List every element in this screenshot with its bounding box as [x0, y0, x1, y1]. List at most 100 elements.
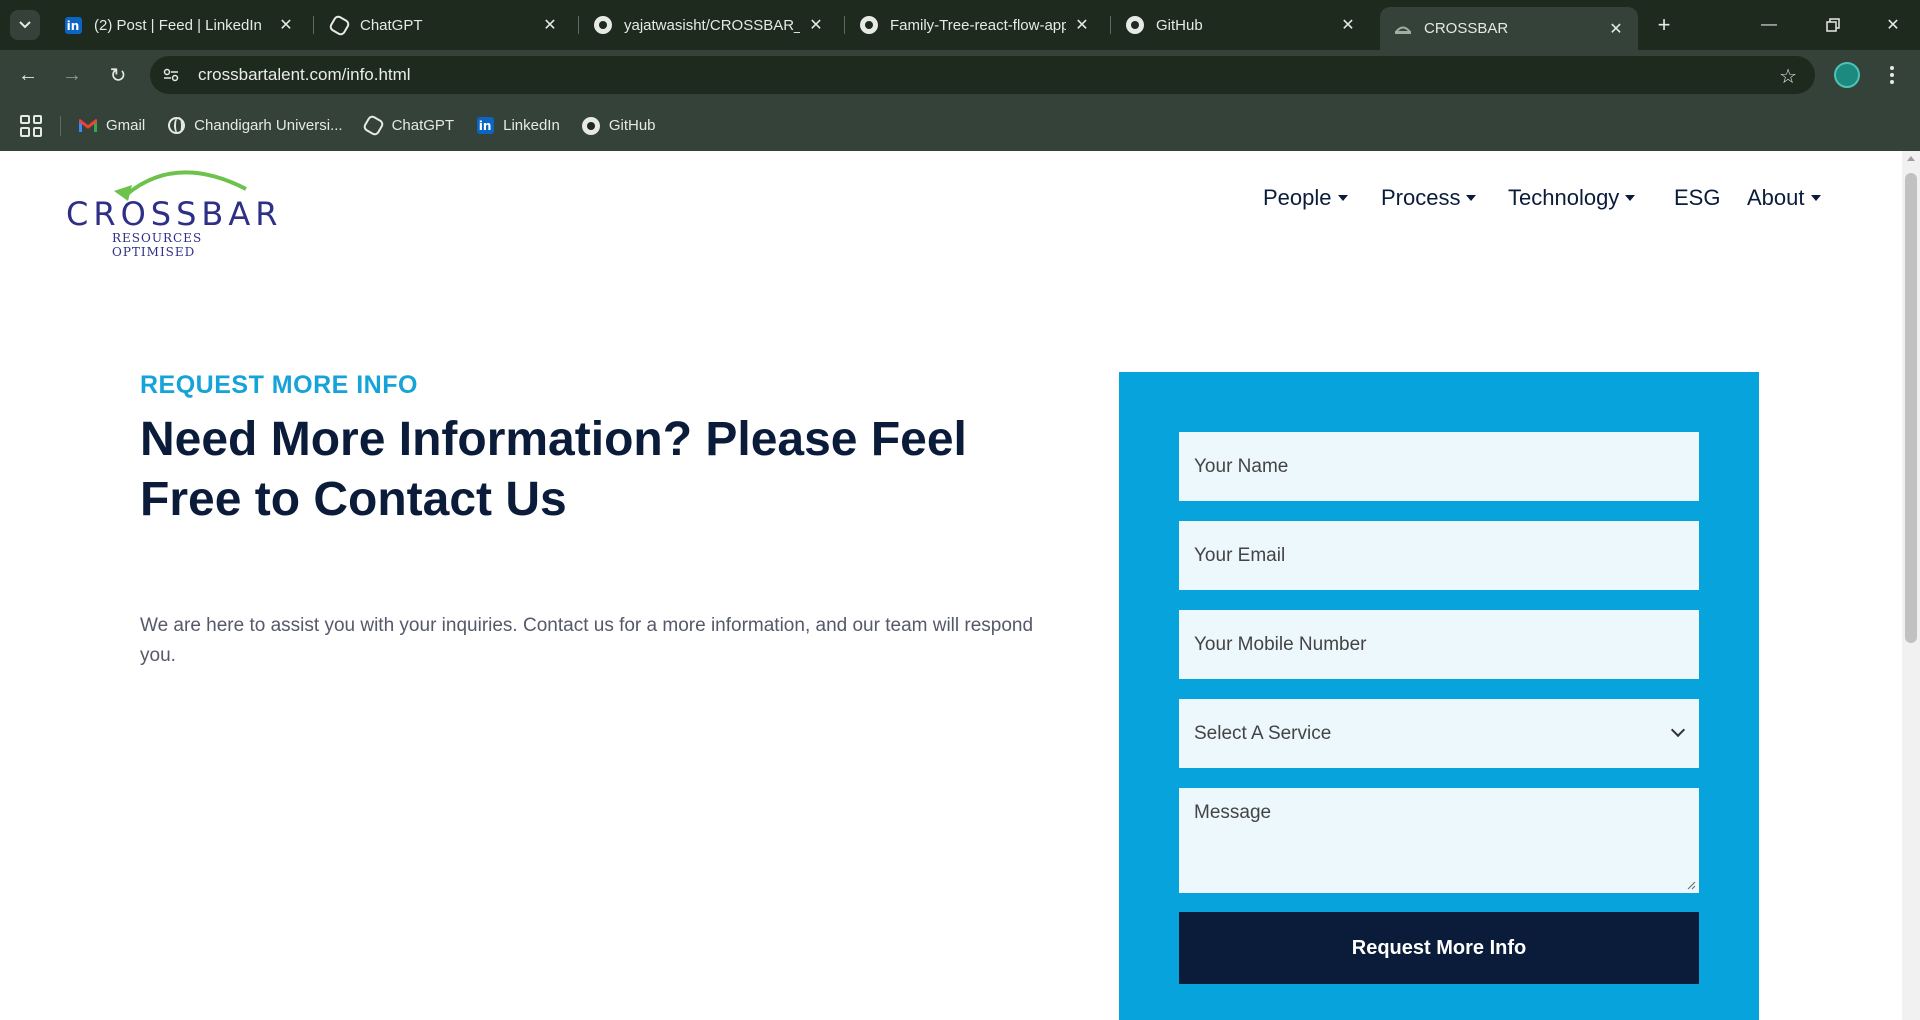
- bookmark-label: Gmail: [106, 117, 146, 134]
- intro-text: We are here to assist you with your inqu…: [140, 615, 1034, 666]
- chatgpt-icon: [361, 113, 386, 138]
- request-more-info-button[interactable]: Request More Info: [1179, 912, 1699, 984]
- nav-technology[interactable]: Technology: [1508, 185, 1636, 211]
- tab-title: (2) Post | Feed | LinkedIn: [94, 16, 262, 34]
- resize-handle-icon[interactable]: [1686, 880, 1696, 890]
- service-selected-value: Select A Service: [1194, 722, 1332, 744]
- logo-name: CROSSBAR: [66, 195, 283, 233]
- service-select[interactable]: Select A Service: [1179, 699, 1699, 768]
- profile-avatar[interactable]: [1834, 62, 1860, 88]
- name-field[interactable]: Your Name: [1179, 432, 1699, 501]
- email-field[interactable]: Your Email: [1179, 521, 1699, 590]
- tab-github[interactable]: GitHub ✕: [1112, 7, 1370, 43]
- menu-icon[interactable]: [1882, 62, 1902, 88]
- bookmark-linkedin[interactable]: in LinkedIn: [476, 117, 560, 135]
- bookmark-label: Chandigarh Universi...: [194, 117, 343, 134]
- apps-grid-icon[interactable]: [20, 114, 42, 137]
- site-info-icon[interactable]: [158, 62, 184, 88]
- globe-icon: [167, 117, 185, 135]
- tab-search-button[interactable]: [10, 10, 40, 40]
- tab-title: GitHub: [1156, 16, 1203, 34]
- tab-separator: [1110, 16, 1111, 34]
- github-icon: [1126, 16, 1144, 34]
- nav-people[interactable]: People: [1263, 185, 1348, 211]
- page-title: Need More Information? Please Feel Free …: [140, 413, 967, 526]
- tab-chatgpt[interactable]: ChatGPT ✕: [316, 7, 572, 43]
- message-placeholder: Message: [1194, 802, 1272, 823]
- tab-separator: [313, 16, 314, 34]
- gmail-icon: [79, 117, 97, 135]
- close-window-icon[interactable]: ✕: [1878, 10, 1908, 40]
- tab-separator: [844, 16, 845, 34]
- browser-chrome: in (2) Post | Feed | LinkedIn ✕ ChatGPT …: [0, 0, 1920, 151]
- reload-icon[interactable]: ↻: [104, 61, 132, 89]
- nav-esg[interactable]: ESG: [1674, 185, 1720, 211]
- back-icon[interactable]: ←: [14, 61, 42, 89]
- bookmark-gmail[interactable]: Gmail: [79, 117, 145, 135]
- mobile-placeholder: Your Mobile Number: [1194, 633, 1367, 655]
- browser-toolbar: ← → ↻ crossbartalent.com/info.html ☆: [0, 50, 1920, 100]
- tab-strip: in (2) Post | Feed | LinkedIn ✕ ChatGPT …: [0, 0, 1920, 50]
- page-viewport: CROSSBAR RESOURCES OPTIMISED People Proc…: [0, 151, 1920, 1020]
- email-placeholder: Your Email: [1194, 544, 1286, 566]
- close-icon[interactable]: ✕: [542, 17, 558, 34]
- caret-down-icon: [1337, 195, 1348, 201]
- mobile-field[interactable]: Your Mobile Number: [1179, 610, 1699, 679]
- caret-down-icon: [1466, 195, 1477, 201]
- tab-crossbar[interactable]: CROSSBAR ✕: [1380, 7, 1638, 50]
- scroll-up-icon[interactable]: [1907, 156, 1915, 161]
- bookmark-github[interactable]: GitHub: [581, 116, 656, 135]
- nav-label: ESG: [1674, 185, 1721, 210]
- close-icon[interactable]: ✕: [1608, 21, 1624, 38]
- linkedin-icon: in: [476, 117, 494, 135]
- chatgpt-icon: [327, 13, 351, 37]
- tab-title: CROSSBAR: [1424, 20, 1509, 37]
- site-logo[interactable]: CROSSBAR RESOURCES OPTIMISED: [66, 161, 277, 259]
- github-icon: [581, 116, 600, 135]
- new-tab-button[interactable]: +: [1651, 12, 1677, 38]
- page-scrollbar[interactable]: [1902, 151, 1920, 1020]
- bookmark-chatgpt[interactable]: ChatGPT: [361, 113, 455, 138]
- close-icon[interactable]: ✕: [1340, 17, 1356, 34]
- tab-separator: [578, 16, 579, 34]
- tab-title: Family-Tree-react-flow-app: [890, 16, 1066, 34]
- tab-title: yajatwasisht/CROSSBAR_W: [624, 16, 800, 34]
- nav-about[interactable]: About: [1747, 185, 1821, 211]
- caret-down-icon: [1625, 195, 1636, 201]
- bookmark-chandigarh-university[interactable]: Chandigarh Universi...: [167, 117, 343, 135]
- tab-github-family-tree[interactable]: Family-Tree-react-flow-app ✕: [846, 7, 1104, 43]
- close-icon[interactable]: ✕: [808, 17, 824, 34]
- github-icon: [594, 16, 612, 34]
- close-icon[interactable]: ✕: [278, 17, 294, 34]
- nav-label: About: [1747, 185, 1805, 210]
- chevron-down-icon: [1670, 722, 1686, 738]
- nav-label: People: [1263, 185, 1332, 210]
- bookmark-label: LinkedIn: [503, 117, 560, 134]
- forward-icon[interactable]: →: [58, 61, 86, 89]
- caret-down-icon: [1810, 195, 1821, 201]
- crossbar-icon: [1394, 20, 1412, 38]
- bookmark-label: GitHub: [608, 117, 656, 134]
- github-icon: [860, 16, 878, 34]
- bookmarks-bar: Gmail Chandigarh Universi... ChatGPT in …: [0, 100, 1920, 151]
- close-icon[interactable]: ✕: [1074, 17, 1090, 34]
- url-text: crossbartalent.com/info.html: [198, 65, 411, 84]
- message-textarea[interactable]: Message: [1179, 788, 1699, 893]
- linkedin-icon: in: [64, 16, 82, 34]
- bookmarks-separator: [60, 115, 61, 136]
- tab-title: ChatGPT: [360, 16, 423, 34]
- address-bar[interactable]: crossbartalent.com/info.html ☆: [150, 56, 1815, 94]
- bookmark-star-icon[interactable]: ☆: [1779, 64, 1797, 89]
- nav-process[interactable]: Process: [1381, 185, 1477, 211]
- scrollbar-thumb[interactable]: [1905, 173, 1917, 643]
- minimize-icon[interactable]: —: [1754, 10, 1784, 40]
- contact-form: Your Name Your Email Your Mobile Number …: [1119, 372, 1759, 1020]
- bookmark-label: ChatGPT: [391, 117, 455, 134]
- restore-icon[interactable]: [1818, 10, 1848, 40]
- nav-label: Process: [1381, 185, 1461, 210]
- section-eyebrow: REQUEST MORE INFO: [140, 371, 418, 399]
- tab-linkedin[interactable]: in (2) Post | Feed | LinkedIn ✕: [50, 7, 308, 43]
- chevron-down-icon: [19, 21, 31, 29]
- tab-github-crossbar[interactable]: yajatwasisht/CROSSBAR_W ✕: [580, 7, 838, 43]
- logo-tagline: RESOURCES OPTIMISED: [112, 231, 203, 259]
